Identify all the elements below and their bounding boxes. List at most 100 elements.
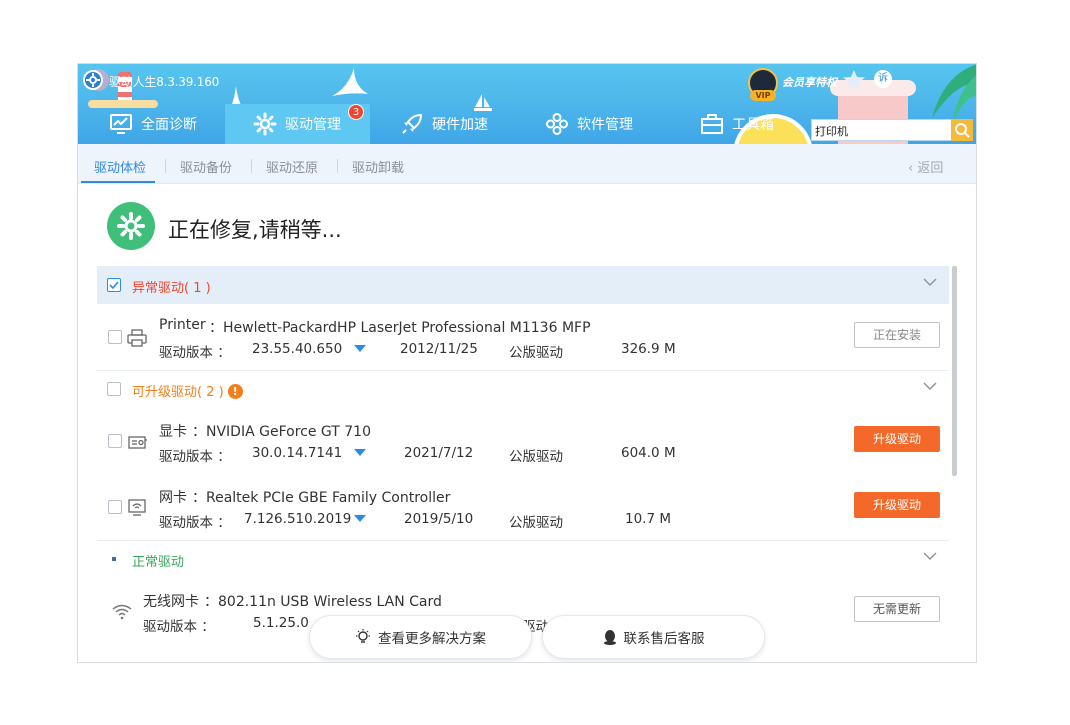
printer-icon xyxy=(127,329,147,347)
driver-version-label: 驱动版本 ： xyxy=(159,345,231,361)
gear-icon xyxy=(253,112,277,136)
select-all-abnormal-checkbox[interactable] xyxy=(107,278,121,292)
driver-checkbox[interactable] xyxy=(108,330,122,344)
lightbulb-icon xyxy=(355,629,371,645)
nav-driver-management[interactable]: 驱动管理 3 xyxy=(225,104,370,144)
monitor-chart-icon xyxy=(109,112,133,136)
driver-device-name: ：802.11n USB Wireless LAN Card xyxy=(204,594,442,610)
contact-support-button[interactable]: 联系售后客服 xyxy=(542,615,765,659)
search-icon xyxy=(955,123,970,138)
driver-type: 公版驱动 xyxy=(509,345,563,361)
nav-label: 全面诊断 xyxy=(141,117,197,133)
driver-row-network: 网卡 ：Realtek PCIe GBE Family Controller 驱… xyxy=(97,474,949,540)
version-dropdown-icon[interactable] xyxy=(354,515,366,522)
driver-category: 显卡 xyxy=(159,424,187,440)
driver-category: 网卡 xyxy=(159,490,187,506)
driver-row-printer: Printer ：Hewlett-PackardHP LaserJet Prof… xyxy=(97,304,949,370)
search-field[interactable] xyxy=(811,119,953,141)
driver-version: 5.1.25.0 xyxy=(253,615,309,631)
chevron-down-icon[interactable] xyxy=(923,278,937,287)
tab-separator xyxy=(165,159,166,173)
chevron-down-icon[interactable] xyxy=(923,382,937,391)
search-button[interactable] xyxy=(951,119,973,141)
driver-size: 326.9 M xyxy=(621,341,676,357)
contact-support-label: 联系售后客服 xyxy=(623,631,705,647)
tab-separator xyxy=(337,159,338,173)
tab-driver-backup[interactable]: 驱动备份 xyxy=(180,157,232,176)
app-logo-icon xyxy=(83,70,103,90)
version-dropdown-icon[interactable] xyxy=(354,449,366,456)
more-solutions-button[interactable]: 查看更多解决方案 xyxy=(309,615,532,659)
star-icon xyxy=(843,70,865,90)
checkmark-icon xyxy=(109,281,119,290)
nav-label: 驱动管理 xyxy=(285,117,341,133)
section-normal-drivers[interactable]: 正常驱动 xyxy=(97,540,949,578)
driver-date: 2019/5/10 xyxy=(404,511,474,527)
seagull-decoration xyxy=(332,68,368,96)
driver-type: 公版驱动 xyxy=(509,449,563,465)
rocket-icon xyxy=(400,112,424,136)
section-upgradable-drivers[interactable]: 可升级驱动( 2 )! xyxy=(97,370,949,408)
version-dropdown-icon[interactable] xyxy=(354,345,366,352)
tab-driver-uninstall[interactable]: 驱动卸载 xyxy=(352,157,404,176)
upgrade-driver-button[interactable]: 升级驱动 xyxy=(854,426,940,452)
nav-full-diagnosis[interactable]: 全面诊断 xyxy=(109,104,235,144)
driver-version: 30.0.14.7141 xyxy=(252,445,343,461)
nav-toolbox[interactable]: 工具箱 xyxy=(700,104,810,144)
section-title: 异常驱动( 1 ) xyxy=(132,281,211,296)
driver-category: 无线网卡 xyxy=(143,594,199,610)
driver-version-label: 驱动版本 ： xyxy=(143,619,215,635)
driver-row-gpu: 显卡 ：NVIDIA GeForce GT 710 驱动版本 ： 30.0.14… xyxy=(97,408,949,474)
warning-icon: ! xyxy=(227,384,243,399)
active-tab-indicator xyxy=(81,181,155,183)
vip-privilege-link[interactable]: 会员享特权 xyxy=(782,74,837,90)
select-all-upgradable-checkbox[interactable] xyxy=(107,382,121,396)
driver-version: 7.126.510.2019 xyxy=(244,511,352,527)
driver-size: 10.7 M xyxy=(625,511,671,527)
tab-driver-restore[interactable]: 驱动还原 xyxy=(266,157,318,176)
back-button[interactable]: ‹ 返回 xyxy=(908,157,943,176)
graphics-card-icon xyxy=(128,436,147,449)
driver-version: 23.55.40.650 xyxy=(252,341,343,357)
bullet-dot xyxy=(112,557,116,561)
notification-badge: 3 xyxy=(348,104,364,120)
back-label: 返回 xyxy=(917,161,944,176)
repair-status-text: 正在修复,请稍等... xyxy=(168,218,342,242)
feedback-icon[interactable]: 诉 xyxy=(874,70,892,88)
chevron-left-icon: ‹ xyxy=(908,161,918,176)
no-update-button[interactable]: 无需更新 xyxy=(854,596,940,622)
nav-label: 工具箱 xyxy=(732,117,774,133)
driver-checkbox[interactable] xyxy=(108,500,122,514)
nav-label: 硬件加速 xyxy=(432,117,488,133)
driver-size: 604.0 M xyxy=(621,445,676,461)
driver-date: 2012/11/25 xyxy=(400,341,478,357)
app-window: 驱动人生8.3.39.160 VIP 会员享特权 诉 全面诊断 驱动管理 3 硬… xyxy=(77,63,977,663)
driver-version-label: 驱动版本 ： xyxy=(159,515,231,531)
driver-subtabs: 驱动体检 驱动备份 驱动还原 驱动卸载 ‹ 返回 xyxy=(78,144,976,184)
wifi-icon xyxy=(112,604,132,620)
network-card-icon xyxy=(128,499,146,516)
driver-device-name: ：Hewlett-PackardHP LaserJet Professional… xyxy=(209,320,591,336)
driver-date: 2021/7/12 xyxy=(404,445,474,461)
section-title-text: 可升级驱动( 2 ) xyxy=(132,385,224,400)
section-abnormal-drivers[interactable]: 异常驱动( 1 ) xyxy=(97,266,949,304)
driver-type: 公版驱动 xyxy=(509,515,563,531)
search-input[interactable] xyxy=(812,121,927,141)
nav-software-management[interactable]: 软件管理 xyxy=(545,104,665,144)
nav-hardware-acceleration[interactable]: 硬件加速 xyxy=(400,104,520,144)
scrollbar[interactable] xyxy=(952,266,957,476)
qq-penguin-icon xyxy=(603,629,617,645)
more-solutions-label: 查看更多解决方案 xyxy=(378,631,486,647)
tab-separator xyxy=(251,159,252,173)
upgrade-driver-button[interactable]: 升级驱动 xyxy=(854,492,940,518)
nav-label: 软件管理 xyxy=(577,117,633,133)
section-title: 正常驱动 xyxy=(132,555,185,570)
section-title: 可升级驱动( 2 )! xyxy=(132,381,243,400)
apps-icon xyxy=(545,112,569,136)
installing-button[interactable]: 正在安装 xyxy=(854,322,940,348)
toolbox-icon xyxy=(700,112,724,136)
driver-checkbox[interactable] xyxy=(108,434,122,448)
driver-device-name: ：Realtek PCIe GBE Family Controller xyxy=(192,490,451,506)
chevron-down-icon[interactable] xyxy=(923,552,937,561)
tab-driver-check[interactable]: 驱动体检 xyxy=(94,157,146,176)
